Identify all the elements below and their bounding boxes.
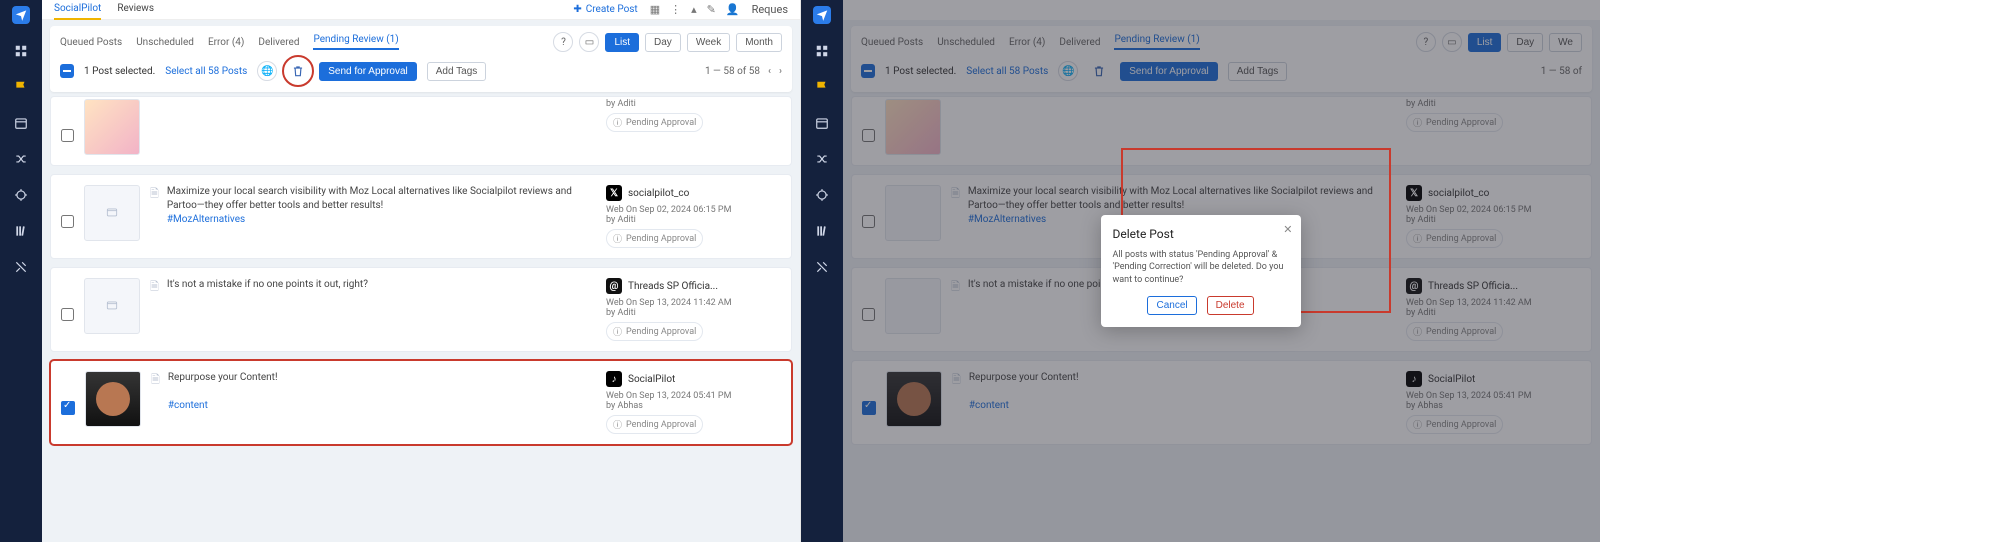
filter-delivered[interactable]: Delivered <box>258 37 299 48</box>
content-area: Queued Posts Unscheduled Error (4) Deliv… <box>42 20 800 542</box>
help-icon[interactable]: ? <box>553 32 573 52</box>
nav-tools-icon[interactable] <box>12 258 30 276</box>
add-tags-button[interactable]: Add Tags <box>427 62 487 81</box>
top-icon-1[interactable]: ⋮ <box>670 3 681 16</box>
document-icon: 🗎 <box>151 371 160 434</box>
filter-pending[interactable]: Pending Review (1) <box>313 34 398 50</box>
select-all-checkbox[interactable] <box>60 64 74 78</box>
filter-error[interactable]: Error (4) <box>208 37 244 48</box>
pager-text: 1 — 58 of 58 <box>705 66 760 77</box>
create-post-button[interactable]: ✚ Create Post <box>573 4 637 15</box>
pager-next-icon[interactable]: › <box>779 66 782 77</box>
post-0-status-pill: ⓘ Pending Approval <box>606 113 703 132</box>
pencil-icon[interactable]: ✎ <box>707 3 716 16</box>
post-0-checkbox[interactable] <box>61 129 74 142</box>
view-list-button[interactable]: List <box>605 33 639 52</box>
post-1-text: Maximize your local search visibility wi… <box>167 186 572 211</box>
globe-icon[interactable]: 🌐 <box>257 61 277 81</box>
post-2-time: Web On Sep 13, 2024 11:42 AM <box>606 298 781 308</box>
post-2-checkbox[interactable] <box>61 308 74 321</box>
post-3-text: Repurpose your Content! <box>168 372 278 383</box>
post-card-3-selected: 🗎 Repurpose your Content! #content ♪ Soci… <box>50 360 792 445</box>
select-all-link[interactable]: Select all 58 Posts <box>165 66 247 77</box>
post-2-status-pill: ⓘ Pending Approval <box>606 322 703 341</box>
modal-delete-button[interactable]: Delete <box>1207 296 1254 315</box>
post-3-account: SocialPilot <box>628 374 675 385</box>
nav-dashboard-icon[interactable] <box>12 42 30 60</box>
delete-post-modal: ✕ Delete Post All posts with status 'Pen… <box>1101 215 1301 328</box>
nav-library-icon[interactable] <box>12 222 30 240</box>
panel-delete-modal: Queued Posts Unscheduled Error (4) Deliv… <box>800 0 1600 542</box>
delete-button[interactable] <box>287 60 309 82</box>
app-sidebar <box>0 0 42 542</box>
post-3-hashtag[interactable]: #content <box>168 400 208 411</box>
tab-reviews[interactable]: Reviews <box>117 0 154 20</box>
post-2-author: by Aditi <box>606 308 781 318</box>
nav-target-icon[interactable] <box>12 186 30 204</box>
modal-title: Delete Post <box>1113 227 1289 241</box>
requests-link[interactable]: Reques <box>752 3 788 16</box>
view-day-button[interactable]: Day <box>645 33 681 52</box>
post-card-2: 🗎 It's not a mistake if no one points it… <box>50 267 792 352</box>
post-0-thumbnail <box>84 99 140 155</box>
post-2-text: It's not a mistake if no one points it o… <box>167 279 368 290</box>
filter-unscheduled[interactable]: Unscheduled <box>136 37 194 48</box>
tab-socialpilot[interactable]: SocialPilot <box>54 0 101 20</box>
modal-close-icon[interactable]: ✕ <box>1283 223 1292 236</box>
post-3-status-pill: ⓘ Pending Approval <box>606 415 703 434</box>
topbar: SocialPilot Reviews ✚ Create Post ▦ ⋮ ▴ … <box>42 0 800 20</box>
document-icon: 🗎 <box>150 185 159 248</box>
post-1-thumbnail <box>84 185 140 241</box>
post-1-checkbox[interactable] <box>61 215 74 228</box>
post-1-status-pill: ⓘ Pending Approval <box>606 229 703 248</box>
document-icon: 🗎 <box>150 278 159 341</box>
post-2-account: Threads SP Officia... <box>628 281 718 292</box>
post-1-account: socialpilot_co <box>628 188 689 199</box>
toolbar-card: Queued Posts Unscheduled Error (4) Deliv… <box>50 26 792 92</box>
panel-before-delete: SocialPilot Reviews ✚ Create Post ▦ ⋮ ▴ … <box>0 0 800 542</box>
post-1-hashtag[interactable]: #MozAlternatives <box>167 214 245 225</box>
post-3-author: by Abhas <box>606 401 781 411</box>
post-0-author: by Aditi <box>606 99 781 109</box>
selected-count-text: 1 Post selected. <box>84 66 155 77</box>
modal-body-text: All posts with status 'Pending Approval'… <box>1113 249 1289 287</box>
video-icon[interactable]: ▭ <box>579 32 599 52</box>
app-logo-icon[interactable] <box>12 6 30 24</box>
delete-highlight-circle <box>282 55 314 87</box>
x-icon: 𝕏 <box>606 185 622 201</box>
post-card-0: by Aditi ⓘ Pending Approval <box>50 96 792 166</box>
nav-flag-icon[interactable] <box>12 78 30 96</box>
post-3-time: Web On Sep 13, 2024 05:41 PM <box>606 391 781 401</box>
grid-view-icon[interactable]: ▦ <box>650 3 660 16</box>
post-1-author: by Aditi <box>606 215 781 225</box>
user-icon[interactable]: 👤 <box>726 3 740 16</box>
post-3-thumbnail <box>85 371 141 427</box>
modal-cancel-button[interactable]: Cancel <box>1147 296 1196 315</box>
post-3-checkbox[interactable] <box>61 401 75 415</box>
flag-icon[interactable]: ▴ <box>691 3 697 16</box>
nav-shuffle-icon[interactable] <box>12 150 30 168</box>
nav-calendar-icon[interactable] <box>12 114 30 132</box>
pager-prev-icon[interactable]: ‹ <box>768 66 771 77</box>
filter-queued[interactable]: Queued Posts <box>60 37 122 48</box>
threads-icon: @ <box>606 278 622 294</box>
post-card-1: 🗎 Maximize your local search visibility … <box>50 174 792 259</box>
send-for-approval-button[interactable]: Send for Approval <box>319 62 417 81</box>
view-month-button[interactable]: Month <box>736 33 782 52</box>
tiktok-icon: ♪ <box>606 371 622 387</box>
view-week-button[interactable]: Week <box>687 33 730 52</box>
modal-mask: ✕ Delete Post All posts with status 'Pen… <box>801 0 1600 542</box>
post-1-time: Web On Sep 02, 2024 06:15 PM <box>606 205 781 215</box>
post-2-thumbnail <box>84 278 140 334</box>
